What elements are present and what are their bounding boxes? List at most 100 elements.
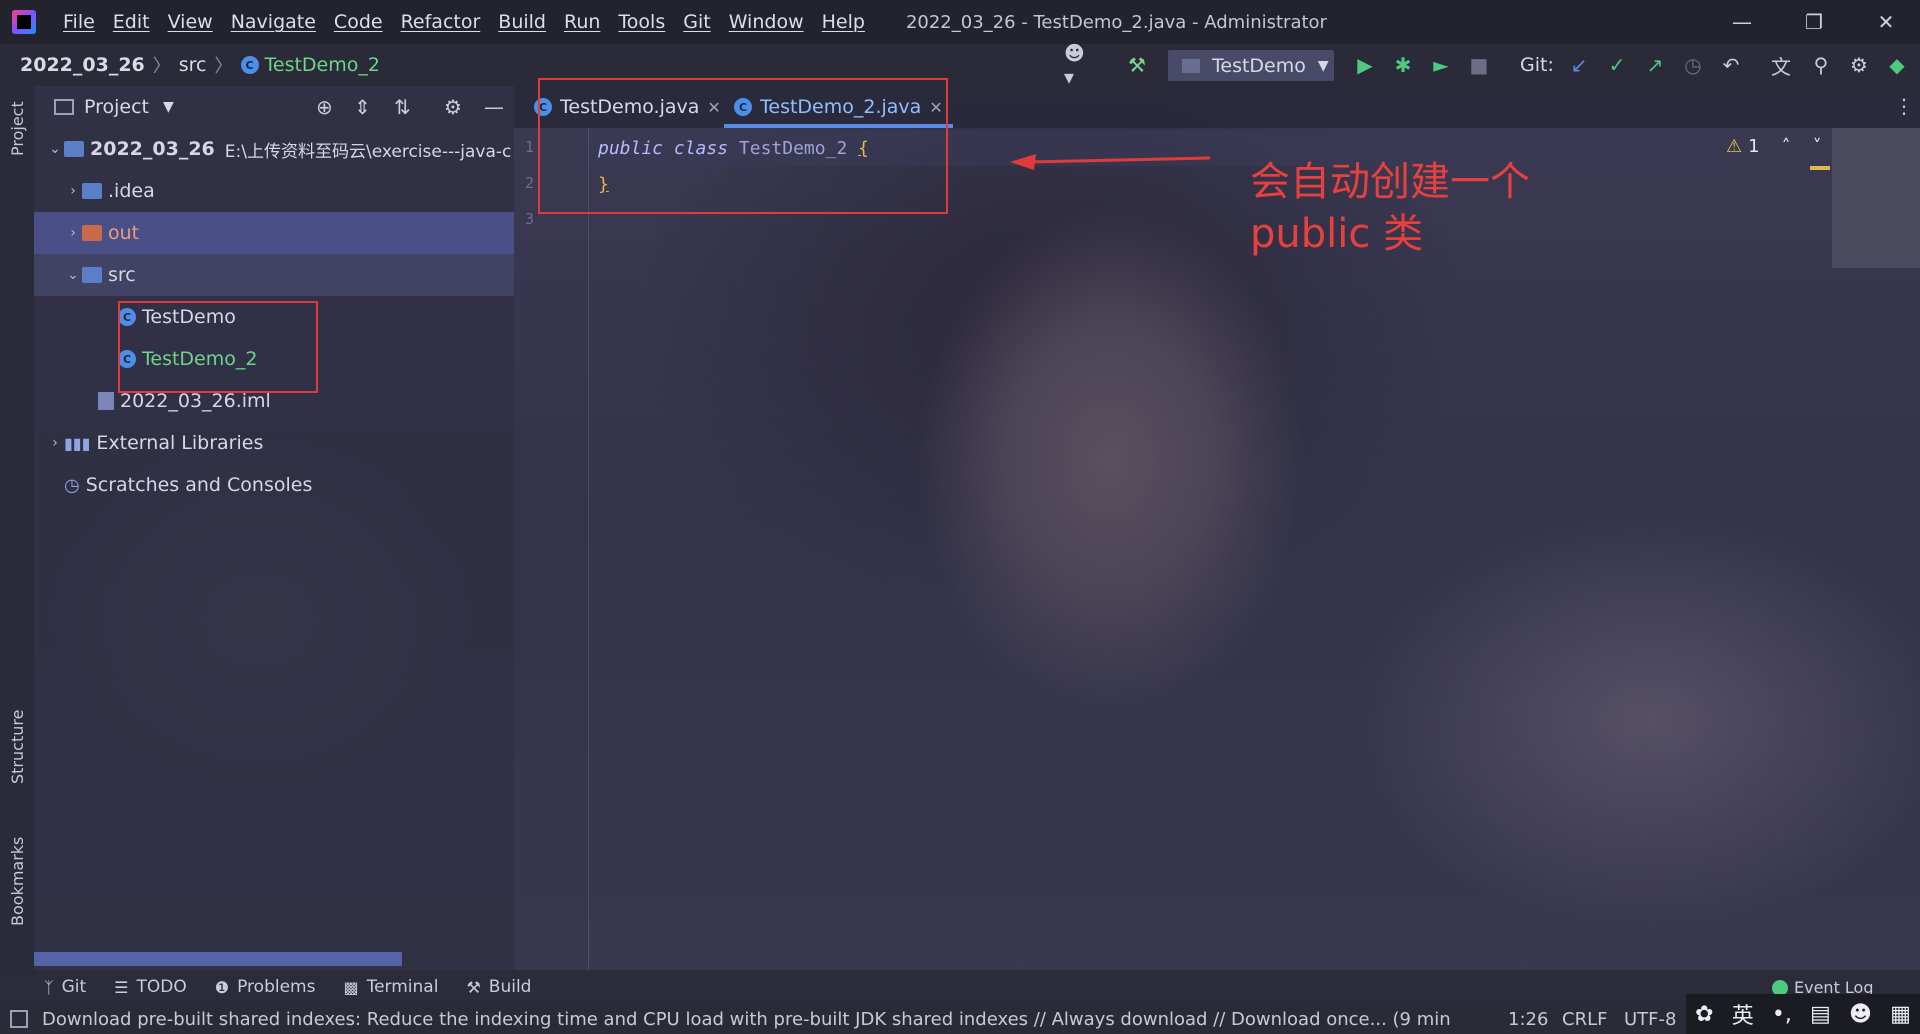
menu-tools[interactable]: Tools [609, 11, 674, 33]
coverage-icon[interactable]: ► [1428, 52, 1454, 78]
run-config-label: TestDemo [1212, 54, 1306, 77]
locate-file-icon[interactable]: ⊕ [316, 95, 333, 119]
warning-icon: ⚠ [1726, 136, 1743, 157]
paw-icon[interactable]: ✿ [1695, 1002, 1713, 1027]
menu-build[interactable]: Build [489, 11, 555, 33]
ime-language[interactable]: 英 [1732, 998, 1754, 1030]
navigation-bar: 2022_03_26 〉 src 〉 C TestDemo_2 [0, 44, 1920, 86]
git-commit-icon[interactable]: ✓ [1604, 52, 1630, 78]
tree-item-scratches[interactable]: ◷ Scratches and Consoles [34, 464, 514, 506]
search-icon[interactable]: ⚲ [1808, 52, 1834, 78]
git-push-icon[interactable]: ↗ [1642, 52, 1668, 78]
menu-help[interactable]: Help [813, 11, 874, 33]
chevron-down-icon[interactable]: ˅ [1813, 136, 1822, 157]
toggle-tool-windows-icon[interactable] [10, 1010, 28, 1028]
inspection-widget[interactable]: ⚠ 1 ˄ ˅ [1726, 136, 1822, 157]
project-panel-header: Project ▼ ⊕ ⇕ ⇅ ⚙ — [34, 86, 514, 128]
config-icon [1182, 58, 1200, 73]
collapse-all-icon[interactable]: ⇅ [394, 95, 411, 119]
minimize-icon[interactable]: — [1708, 0, 1776, 44]
history-icon[interactable]: ◷ [1680, 52, 1706, 78]
bookmarks-tool-tab[interactable]: Bookmarks [8, 837, 27, 926]
todo-tool-button[interactable]: ☰ TODO [114, 977, 187, 997]
run-icon[interactable]: ▶ [1352, 52, 1378, 78]
file-encoding[interactable]: UTF-8 [1624, 1004, 1676, 1034]
tree-item-label: src [108, 264, 136, 286]
menu-navigate[interactable]: Navigate [222, 11, 325, 33]
menu-git[interactable]: Git [674, 11, 719, 33]
expand-all-icon[interactable]: ⇕ [354, 95, 371, 119]
grid-menu-icon[interactable]: ▦ [1890, 1002, 1911, 1027]
close-icon[interactable]: ✕ [1852, 0, 1920, 44]
annotation-line-1: 会自动创建一个 [1250, 159, 1530, 205]
chevron-right-icon[interactable]: › [64, 225, 82, 241]
warning-stripe-marker[interactable] [1810, 166, 1830, 170]
stop-icon[interactable]: ■ [1466, 52, 1492, 78]
annotation-line-2: public 类 [1250, 211, 1424, 257]
more-options-icon[interactable]: ⋮ [1894, 94, 1914, 118]
caret-position[interactable]: 1:26 [1508, 1004, 1548, 1034]
breadcrumb-separator-icon: 〉 [214, 56, 233, 77]
project-view-icon [54, 99, 74, 115]
chevron-right-icon[interactable]: › [46, 435, 64, 451]
chevron-up-icon[interactable]: ˄ [1782, 136, 1791, 157]
breadcrumb-project[interactable]: 2022_03_26 [20, 54, 145, 76]
project-view-label[interactable]: Project [84, 96, 149, 118]
chevron-down-icon[interactable]: ⌄ [46, 141, 64, 157]
translate-icon[interactable]: 文 [1768, 52, 1794, 79]
minimap[interactable] [1832, 128, 1920, 268]
intellij-logo-icon [12, 10, 36, 34]
status-message[interactable]: Download pre-built shared indexes: Reduc… [42, 1009, 1452, 1030]
class-icon: C [240, 56, 259, 74]
restore-icon[interactable]: ❐ [1780, 0, 1848, 44]
run-config-selector[interactable]: TestDemo ▼ [1168, 50, 1334, 81]
structure-tool-tab[interactable]: Structure [8, 710, 27, 784]
user-profile-icon[interactable]: ☻ [1849, 1002, 1872, 1027]
keyboard-icon[interactable]: ▤ [1810, 1002, 1831, 1027]
menu-file[interactable]: File [54, 11, 104, 33]
problems-tool-button[interactable]: ❶ Problems [215, 977, 316, 997]
project-tool-tab[interactable]: Project [8, 101, 27, 156]
user-icon[interactable]: ☻▾ [1064, 41, 1090, 89]
tree-item-out[interactable]: › out [34, 212, 514, 254]
menu-view[interactable]: View [159, 11, 222, 33]
build-tool-button[interactable]: ⚒ Build [466, 977, 531, 997]
chevron-down-icon[interactable]: ⌄ [64, 267, 82, 283]
tree-item-label: Scratches and Consoles [85, 474, 313, 496]
chevron-right-icon[interactable]: › [64, 183, 82, 199]
git-tool-button[interactable]: ᛉ Git [44, 977, 86, 997]
line-separator[interactable]: CRLF [1562, 1004, 1607, 1034]
terminal-icon: ▩ [343, 977, 359, 997]
chevron-down-icon[interactable]: ▼ [163, 99, 174, 115]
root-path: E:\上传资料至码云\exercise---java-c [224, 141, 512, 162]
project-panel-scrollbar[interactable] [34, 952, 402, 966]
rollback-icon[interactable]: ↶ [1718, 52, 1744, 78]
menu-window[interactable]: Window [720, 11, 813, 33]
info-icon: ❶ [214, 977, 230, 997]
tree-item-root[interactable]: ⌄ 2022_03_26 E:\上传资料至码云\exercise---java-… [34, 128, 514, 170]
build-hammer-icon[interactable]: ⚒ [1124, 52, 1150, 78]
status-bar: Download pre-built shared indexes: Reduc… [0, 1004, 1920, 1034]
git-update-icon[interactable]: ↙ [1566, 52, 1592, 78]
breadcrumb-file[interactable]: TestDemo_2 [265, 54, 380, 76]
debug-icon[interactable]: ✱ [1390, 52, 1416, 78]
tree-item-external-libraries[interactable]: › ▮▮▮ External Libraries [34, 422, 514, 464]
menu-code[interactable]: Code [325, 11, 392, 33]
menu-run[interactable]: Run [555, 11, 609, 33]
tree-item-idea[interactable]: › .idea [34, 170, 514, 212]
ime-punctuation[interactable]: •, [1772, 1002, 1792, 1027]
annotation-box-tree [118, 301, 318, 393]
menu-edit[interactable]: Edit [104, 11, 159, 33]
breadcrumb-src[interactable]: src [179, 54, 207, 76]
library-icon: ▮▮▮ [64, 433, 91, 453]
hide-panel-icon[interactable]: — [484, 95, 504, 119]
menu-refactor[interactable]: Refactor [392, 11, 490, 33]
tree-item-src[interactable]: ⌄ src [34, 254, 514, 296]
terminal-tool-button[interactable]: ▩ Terminal [343, 977, 438, 997]
gear-icon[interactable]: ⚙ [444, 95, 462, 119]
scratches-icon: ◷ [64, 474, 80, 496]
tool-window-bar: ᛉ Git ☰ TODO ❶ Problems ▩ Terminal ⚒ Bui… [0, 970, 1920, 1004]
settings-gear-icon[interactable]: ⚙ [1846, 52, 1872, 78]
plugin-icon[interactable]: ◆ [1884, 52, 1910, 78]
tool-label: Terminal [366, 977, 439, 997]
